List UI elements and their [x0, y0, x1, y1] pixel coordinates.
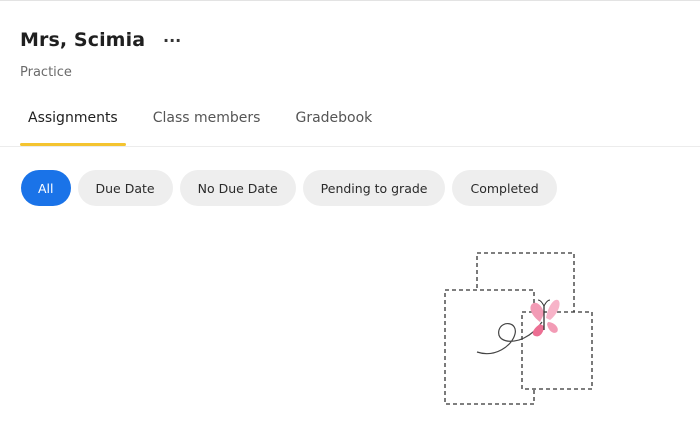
class-header: Mrs, Scimia ···	[20, 24, 183, 56]
tabs-divider	[0, 146, 700, 147]
dashed-square-right	[521, 311, 593, 390]
filter-due-date-chip[interactable]: Due Date	[77, 170, 173, 206]
more-options-icon[interactable]: ···	[161, 29, 183, 51]
filter-completed-chip[interactable]: Completed	[452, 170, 557, 206]
filter-no-due-date-chip[interactable]: No Due Date	[179, 170, 296, 206]
top-divider	[0, 0, 700, 1]
tab-gradebook[interactable]: Gradebook	[287, 103, 380, 147]
dashed-square-left	[444, 289, 535, 405]
class-subtitle: Practice	[20, 65, 72, 80]
class-tabs: Assignments Class members Gradebook	[20, 103, 399, 147]
empty-state-illustration	[440, 248, 600, 408]
filter-pending-to-grade-chip[interactable]: Pending to grade	[302, 170, 446, 206]
class-title: Mrs, Scimia	[20, 29, 146, 51]
assignment-filters: All Due Date No Due Date Pending to grad…	[21, 170, 564, 206]
tab-assignments[interactable]: Assignments	[20, 103, 126, 147]
butterfly-dashed-squares-icon	[444, 252, 593, 405]
tab-class-members[interactable]: Class members	[145, 103, 269, 147]
filter-all-chip[interactable]: All	[21, 170, 71, 206]
